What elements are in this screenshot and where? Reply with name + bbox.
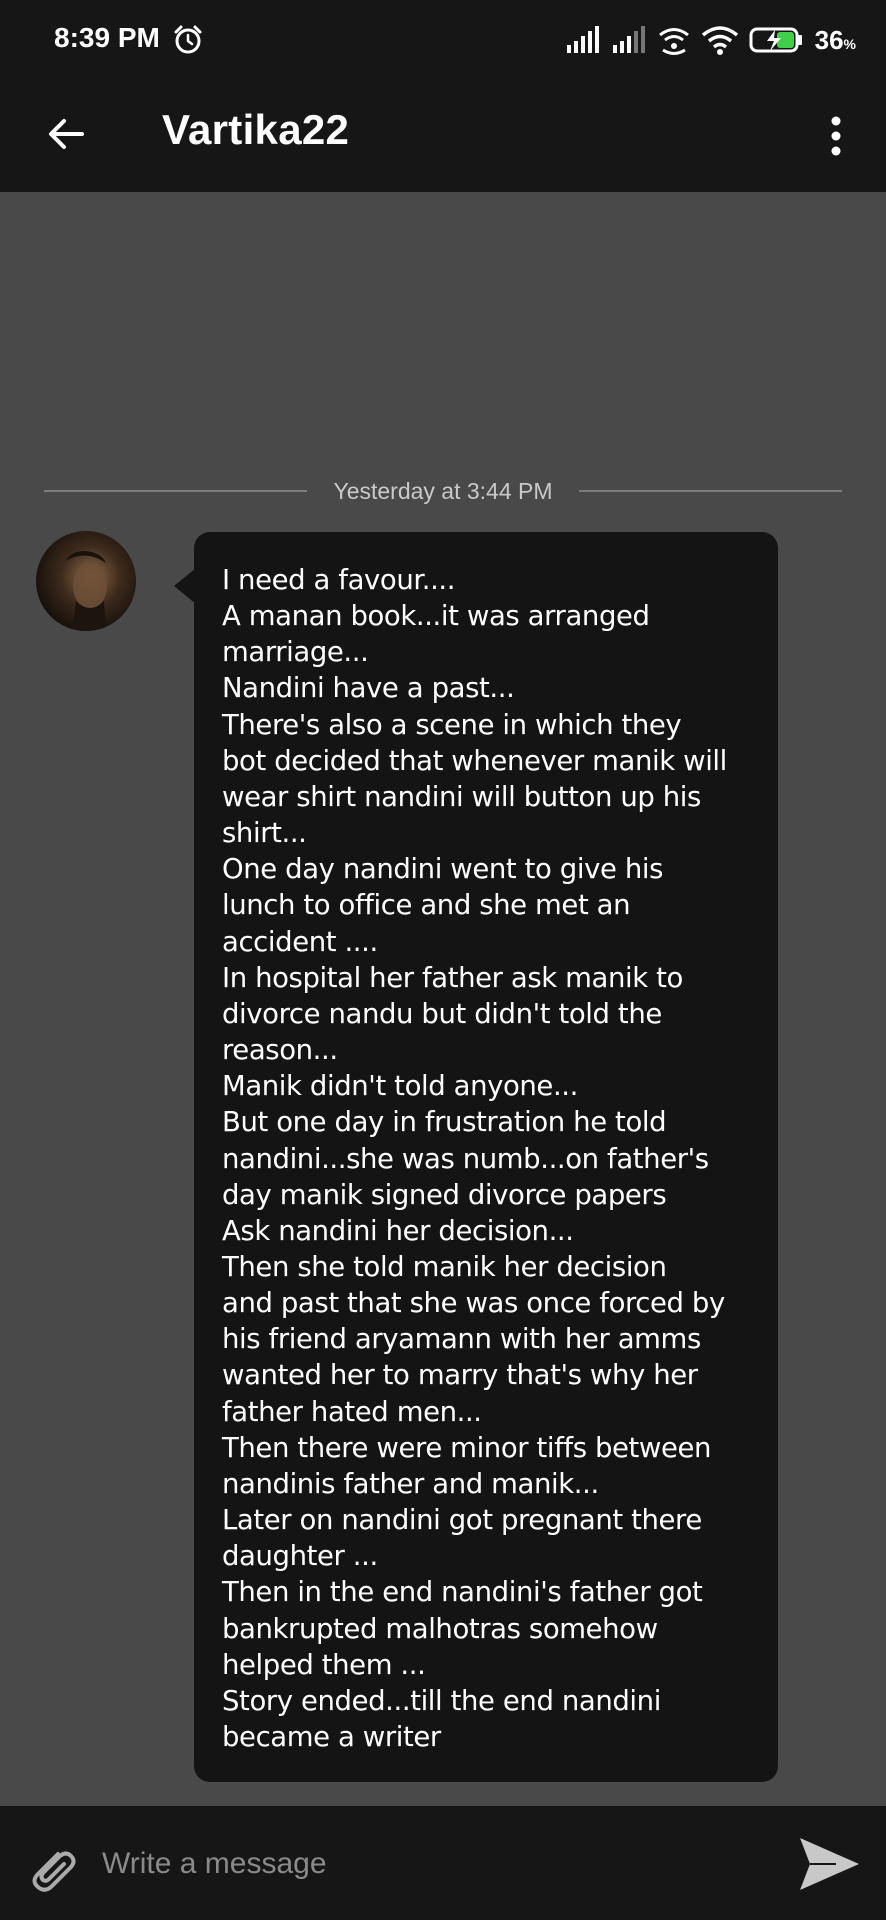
battery-percentage: 36%: [814, 24, 856, 55]
message-line: I need a favour....: [222, 564, 456, 596]
divider-line: [44, 490, 308, 492]
avatar-image: [36, 531, 136, 631]
send-icon[interactable]: [796, 1834, 862, 1894]
message-line: bankrupted malhotras somehow: [222, 1612, 658, 1645]
battery-charging-icon: [749, 27, 802, 53]
message-line: nandinis father and manik...: [222, 1467, 599, 1500]
message-composer: [0, 1806, 886, 1920]
message-line: lunch to office and she met an: [222, 889, 631, 922]
message-line: Manik didn't told anyone...: [222, 1070, 578, 1103]
message-line: Then in the end nandini's father got: [222, 1576, 703, 1609]
message-line: Story ended...till the end nandini: [222, 1684, 661, 1717]
avatar[interactable]: [36, 531, 136, 631]
message-bubble-tail: [174, 568, 196, 604]
signal-icon: [612, 26, 645, 53]
message-line: his friend aryamann with her amms: [222, 1323, 701, 1356]
status-bar: 8:39 PM 36%: [0, 0, 886, 80]
message-line: father hated men...: [222, 1395, 482, 1428]
wifi-calling-icon: [658, 28, 689, 55]
message-line: Then there were minor tiffs between: [222, 1431, 712, 1464]
message-line: There's also a scene in which they: [222, 708, 682, 741]
more-options-button[interactable]: [816, 108, 856, 164]
message-line: wear shirt nandini will button up his: [222, 780, 701, 813]
message-line: One day nandini went to give his: [222, 853, 664, 886]
back-button[interactable]: [38, 106, 94, 162]
message-text: I need a favour.... A manan book...it was…: [222, 562, 752, 1755]
message-line: and past that she was once forced by: [222, 1287, 725, 1320]
app-bar: Vartika22: [0, 80, 886, 192]
message-line: helped them ...: [222, 1648, 426, 1681]
message-line: became a writer: [222, 1721, 441, 1753]
message-line: reason...: [222, 1034, 338, 1067]
message-input[interactable]: [100, 1836, 764, 1892]
message-line: A manan book...it was arranged: [222, 600, 650, 633]
paperclip-icon[interactable]: [22, 1840, 82, 1900]
message-line: bot decided that whenever manik will: [222, 744, 727, 777]
divider-line: [578, 490, 842, 492]
signal-icon: [566, 26, 599, 53]
message-line: wanted her to marry that's why her: [222, 1359, 698, 1392]
message-line: accident ....: [222, 925, 378, 958]
message-line: day manik signed divorce papers: [222, 1178, 667, 1211]
date-divider-label: Yesterday at 3:44 PM: [333, 477, 553, 504]
message-line: Ask nandini her decision...: [222, 1214, 574, 1247]
message-line: nandini...she was numb...on father's: [222, 1142, 709, 1175]
status-time: 8:39 PM: [54, 22, 160, 53]
message-bubble[interactable]: I need a favour.... A manan book...it was…: [194, 532, 778, 1782]
message-line: daughter ...: [222, 1540, 378, 1573]
battery-unit: %: [843, 35, 856, 52]
conversation-title: Vartika22: [162, 106, 350, 153]
message-line: shirt...: [222, 817, 307, 850]
date-divider: Yesterday at 3:44 PM: [44, 470, 842, 512]
message-line: divorce nandu but didn't told the: [222, 997, 662, 1030]
system-icons: 36%: [565, 22, 856, 58]
message-line: Later on nandini got pregnant there: [222, 1504, 702, 1537]
message-line: Nandini have a past...: [222, 672, 515, 705]
wifi-icon: [701, 26, 738, 55]
back-arrow-icon: [49, 119, 84, 149]
alarm-icon: [174, 25, 202, 54]
message-line: But one day in frustration he told: [222, 1106, 667, 1139]
message-line: In hospital her father ask manik to: [222, 961, 683, 994]
more-vert-icon: [831, 116, 841, 156]
message-line: marriage...: [222, 636, 369, 669]
message-line: Then she told manik her decision: [222, 1250, 667, 1283]
